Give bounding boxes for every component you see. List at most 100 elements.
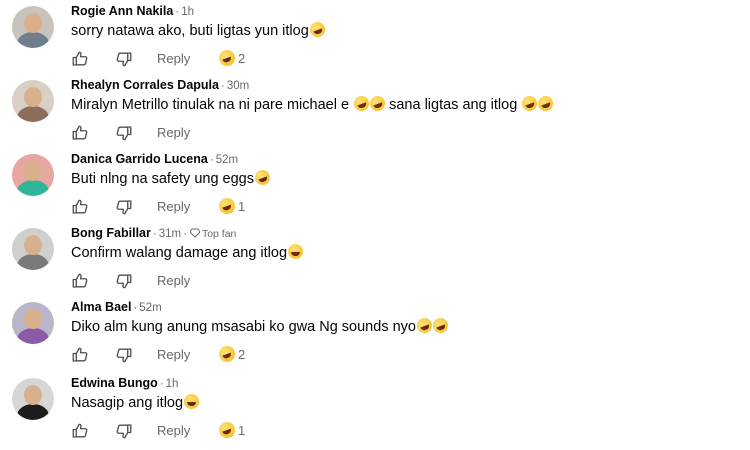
timestamp[interactable]: 30m [227, 80, 249, 92]
thumbs-down-icon[interactable] [115, 346, 135, 364]
laughing-emoji-icon [307, 19, 327, 40]
comment-actions: Reply 2 [71, 47, 371, 69]
comment-text: Buti nlng na safety ung eggs [71, 167, 273, 188]
comment-body: Miralyn Metrillo tinulak na ni pare mich… [71, 97, 350, 113]
avatar[interactable] [12, 378, 54, 420]
comment: Edwina Bungo · 1h Nasagip ang itlog Reply 1 [0, 372, 750, 446]
comment-header: Bong Fabillar · 31m · Top fan [71, 226, 236, 240]
comment-header: Rhealyn Corrales Dapula · 30m [71, 78, 249, 92]
laughing-emoji-icon [216, 195, 238, 217]
comment-text: Nasagip ang itlog [71, 394, 200, 411]
timestamp[interactable]: 52m [216, 154, 238, 166]
reaction-summary[interactable]: 2 [216, 343, 246, 365]
reaction-count: 2 [238, 51, 246, 66]
reply-button[interactable]: Reply [157, 125, 190, 140]
comment-text: Confirm walang damage ang itlog [71, 244, 304, 261]
comment-header: Edwina Bungo · 1h [71, 376, 178, 390]
reaction-count: 1 [238, 199, 246, 214]
comment-header: Danica Garrido Lucena · 52m [71, 152, 238, 166]
thumbs-up-icon[interactable] [71, 346, 91, 364]
comment-actions: Reply 1 [71, 419, 371, 441]
reaction-summary[interactable]: 2 [216, 47, 246, 69]
thumbs-up-icon[interactable] [71, 198, 91, 216]
comment: Alma Bael · 52m Diko alm kung anung msasabi… [0, 296, 750, 370]
comment-actions: Reply [71, 272, 371, 290]
diamond-icon [189, 228, 201, 240]
comment-header: Rogie Ann Nakila · 1h [71, 4, 194, 18]
laughing-emoji-icon [520, 93, 540, 114]
thumbs-up-icon[interactable] [71, 422, 91, 440]
comment-body: sorry natawa ako, buti ligtas yun itlog [71, 23, 309, 39]
avatar[interactable] [12, 6, 54, 48]
thumbs-up-icon[interactable] [71, 50, 91, 68]
comment: Danica Garrido Lucena · 52m Buti nlng na sa… [0, 148, 750, 222]
timestamp[interactable]: 52m [139, 302, 161, 314]
separator-dot: · [209, 154, 214, 166]
thumbs-down-icon[interactable] [115, 422, 135, 440]
comment-actions: Reply 2 [71, 343, 371, 365]
laughing-emoji-icon [252, 167, 273, 188]
comment-text: Miralyn Metrillo tinulak na ni pare mich… [71, 93, 556, 114]
reply-button[interactable]: Reply [157, 273, 190, 288]
thumbs-up-icon[interactable] [71, 124, 91, 142]
timestamp[interactable]: 31m [159, 228, 181, 240]
avatar[interactable] [12, 302, 54, 344]
top-fan-badge: Top fan [189, 228, 237, 240]
author-name[interactable]: Rhealyn Corrales Dapula [71, 78, 219, 92]
comment-text: sorry natawa ako, buti ligtas yun itlog [71, 19, 327, 40]
avatar[interactable] [12, 154, 54, 196]
author-name[interactable]: Bong Fabillar [71, 226, 151, 240]
comment-body: Diko alm kung anung msasabi ko gwa Ng so… [71, 319, 416, 335]
thumbs-down-icon[interactable] [115, 50, 135, 68]
separator-dot: · [159, 378, 164, 390]
timestamp[interactable]: 1h [181, 6, 194, 18]
comment-body: Confirm walang damage ang itlog [71, 245, 288, 261]
author-name[interactable]: Alma Bael [71, 300, 131, 314]
separator-dot: · [133, 302, 138, 314]
smiling-emoji-icon [288, 244, 304, 259]
reply-button[interactable]: Reply [157, 51, 190, 66]
avatar[interactable] [12, 228, 54, 270]
comment-header: Alma Bael · 52m [71, 300, 162, 314]
laughing-emoji-icon [351, 93, 372, 114]
reaction-summary[interactable]: 1 [216, 195, 246, 217]
thumbs-down-icon[interactable] [115, 124, 135, 142]
author-name[interactable]: Edwina Bungo [71, 376, 158, 390]
comment-body-continued: sana ligtas ang itlog [389, 97, 518, 113]
separator-dot: · [220, 80, 225, 92]
thumbs-down-icon[interactable] [115, 272, 135, 290]
comment-actions: Reply [71, 124, 371, 142]
comment-body: Nasagip ang itlog [71, 395, 184, 411]
comment-feed: Rogie Ann Nakila · 1h sorry natawa ako, but… [0, 0, 750, 450]
comment-text: Diko alm kung anung msasabi ko gwa Ng so… [71, 315, 451, 336]
comment: Bong Fabillar · 31m · Top fan Confirm walang … [0, 222, 750, 296]
comment-body: Buti nlng na safety ung eggs [71, 171, 254, 187]
laughing-emoji-icon [216, 343, 238, 365]
comment: Rhealyn Corrales Dapula · 30m Miralyn Metri… [0, 74, 750, 148]
laughing-emoji-icon [430, 315, 451, 336]
reaction-count: 2 [238, 347, 246, 362]
laughing-emoji-icon [216, 47, 238, 69]
separator-dot: · [183, 228, 187, 240]
reply-button[interactable]: Reply [157, 199, 190, 214]
author-name[interactable]: Rogie Ann Nakila [71, 4, 173, 18]
thumbs-up-icon[interactable] [71, 272, 91, 290]
separator-dot: · [152, 228, 157, 240]
thumbs-down-icon[interactable] [115, 198, 135, 216]
smiling-emoji-icon [184, 394, 200, 409]
comment-actions: Reply 1 [71, 195, 371, 217]
reaction-count: 1 [238, 423, 246, 438]
laughing-emoji-icon [367, 93, 388, 114]
badge-label: Top fan [201, 228, 237, 240]
comment: Rogie Ann Nakila · 1h sorry natawa ako, but… [0, 0, 750, 74]
reply-button[interactable]: Reply [157, 423, 190, 438]
laughing-emoji-icon [414, 315, 435, 336]
reply-button[interactable]: Reply [157, 347, 190, 362]
laughing-emoji-icon [216, 419, 238, 441]
separator-dot: · [175, 6, 180, 18]
timestamp[interactable]: 1h [166, 378, 179, 390]
laughing-emoji-icon [536, 93, 556, 114]
avatar[interactable] [12, 80, 54, 122]
author-name[interactable]: Danica Garrido Lucena [71, 152, 208, 166]
reaction-summary[interactable]: 1 [216, 419, 246, 441]
